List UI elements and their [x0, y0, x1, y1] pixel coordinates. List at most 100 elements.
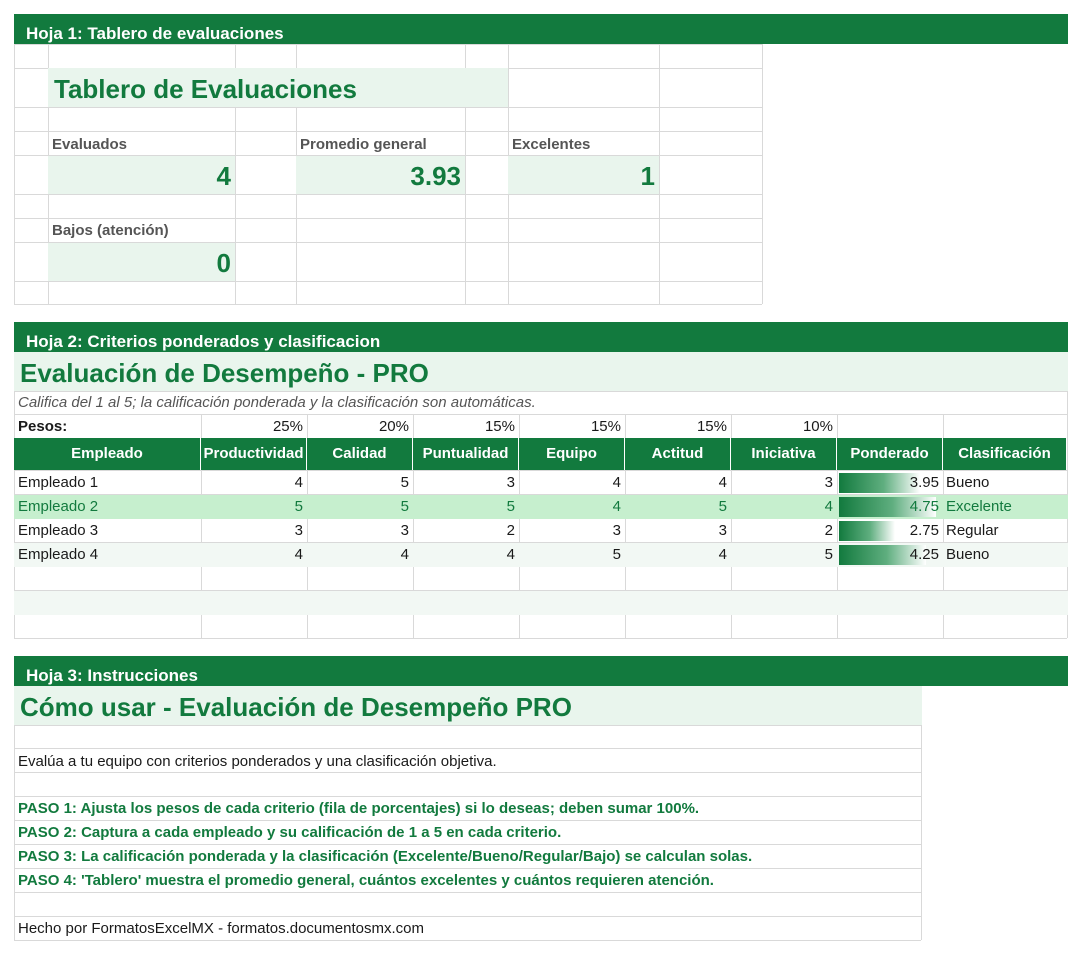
sheet2-band[interactable]: Hoja 2: Criterios ponderados y clasifica…	[14, 322, 1068, 352]
gridline	[762, 44, 763, 304]
weighted-cell[interactable]: 3.95	[837, 471, 943, 495]
weighted-value: 3.95	[909, 474, 939, 491]
data-bar	[839, 521, 895, 541]
gridline	[14, 218, 762, 219]
sheet3-title: Cómo usar - Evaluación de Desempeño PRO	[14, 686, 922, 725]
kpi-value-promedio[interactable]: 3.93	[296, 156, 465, 194]
column-header[interactable]: Actitud	[625, 438, 731, 470]
score-cell[interactable]: 4	[307, 543, 413, 567]
gridline	[14, 44, 15, 304]
score-cell[interactable]: 4	[519, 471, 625, 495]
score-cell[interactable]: 4	[731, 495, 837, 519]
column-header[interactable]: Iniciativa	[731, 438, 837, 470]
score-cell[interactable]: 3	[201, 519, 307, 543]
instruction-step-2: PASO 2: Captura a cada empleado y su cal…	[18, 824, 562, 841]
classification-cell[interactable]: Bueno	[946, 471, 1067, 495]
score-cell[interactable]: 3	[625, 519, 731, 543]
table-row	[14, 591, 1068, 615]
instructions-footer: Hecho por FormatosExcelMX - formatos.doc…	[18, 920, 424, 937]
kpi-label-excelentes: Excelentes	[512, 136, 591, 153]
weights-label: Pesos:	[18, 418, 68, 435]
instruction-step-1: PASO 1: Ajusta los pesos de cada criteri…	[18, 800, 700, 817]
score-cell[interactable]: 3	[413, 471, 519, 495]
weight-cell[interactable]: 10%	[731, 415, 837, 439]
column-header[interactable]: Empleado	[14, 438, 201, 470]
classification-cell[interactable]: Regular	[946, 519, 1067, 543]
sheet1-title: Tablero de Evaluaciones	[48, 68, 508, 107]
gridline	[14, 892, 921, 893]
kpi-label-bajos: Bajos (atención)	[52, 222, 169, 239]
gridline	[14, 796, 921, 797]
gridline	[14, 748, 921, 749]
gridline	[14, 44, 762, 45]
column-header[interactable]: Clasificación	[943, 438, 1067, 470]
data-bar	[839, 473, 920, 493]
employee-name-cell[interactable]: Empleado 1	[18, 471, 198, 495]
score-cell[interactable]: 5	[201, 495, 307, 519]
gridline	[14, 194, 762, 195]
score-cell[interactable]: 2	[413, 519, 519, 543]
column-header[interactable]: Equipo	[519, 438, 625, 470]
sheet1-band[interactable]: Hoja 1: Tablero de evaluaciones	[14, 14, 1068, 44]
score-cell[interactable]: 5	[519, 543, 625, 567]
weight-cell[interactable]: 20%	[307, 415, 413, 439]
score-cell[interactable]: 4	[625, 471, 731, 495]
sheet2-subtitle: Califica del 1 al 5; la calificación pon…	[18, 394, 536, 411]
weighted-cell[interactable]: 2.75	[837, 519, 943, 543]
kpi-value-excelentes[interactable]: 1	[508, 156, 659, 194]
score-cell[interactable]: 5	[307, 471, 413, 495]
score-cell[interactable]: 4	[413, 543, 519, 567]
gridline	[14, 725, 921, 726]
weighted-cell[interactable]: 4.75	[837, 495, 943, 519]
gridline	[14, 391, 1067, 392]
gridline	[14, 772, 921, 773]
weight-cell[interactable]: 15%	[625, 415, 731, 439]
score-cell[interactable]: 3	[307, 519, 413, 543]
sheet2-title: Evaluación de Desempeño - PRO	[14, 352, 1068, 391]
score-cell[interactable]: 5	[413, 495, 519, 519]
score-cell[interactable]: 3	[519, 519, 625, 543]
instruction-step-4: PASO 4: 'Tablero' muestra el promedio ge…	[18, 872, 714, 889]
weight-cell[interactable]: 25%	[201, 415, 307, 439]
score-cell[interactable]: 3	[731, 471, 837, 495]
weighted-cell[interactable]: 4.25	[837, 543, 943, 567]
gridline	[659, 44, 660, 304]
score-cell[interactable]: 4	[201, 471, 307, 495]
weight-cell[interactable]: 15%	[519, 415, 625, 439]
score-cell[interactable]: 5	[625, 495, 731, 519]
table-row	[14, 615, 1068, 639]
score-cell[interactable]: 5	[731, 543, 837, 567]
instruction-step-3: PASO 3: La calificación ponderada y la c…	[18, 848, 753, 865]
score-cell[interactable]: 2	[731, 519, 837, 543]
classification-cell[interactable]: Bueno	[946, 543, 1067, 567]
score-cell[interactable]: 5	[307, 495, 413, 519]
score-cell[interactable]: 4	[519, 495, 625, 519]
kpi-label-evaluados: Evaluados	[52, 136, 128, 153]
weighted-value: 4.75	[909, 498, 939, 515]
kpi-value-evaluados[interactable]: 4	[48, 156, 235, 194]
gridline	[14, 916, 921, 917]
gridline	[14, 868, 921, 869]
column-header[interactable]: Productividad	[201, 438, 307, 470]
gridline	[14, 820, 921, 821]
gridline	[14, 281, 762, 282]
gridline	[14, 940, 921, 941]
gridline	[14, 131, 762, 132]
weighted-value: 2.75	[909, 522, 939, 539]
employee-name-cell[interactable]: Empleado 2	[18, 495, 198, 519]
sheet3-band[interactable]: Hoja 3: Instrucciones	[14, 656, 1068, 686]
employee-name-cell[interactable]: Empleado 3	[18, 519, 198, 543]
kpi-value-bajos[interactable]: 0	[48, 243, 235, 281]
classification-cell[interactable]: Excelente	[946, 495, 1067, 519]
employee-name-cell[interactable]: Empleado 4	[18, 543, 198, 567]
gridline	[14, 844, 921, 845]
column-header[interactable]: Calidad	[307, 438, 413, 470]
weighted-value: 4.25	[909, 546, 939, 563]
column-header[interactable]: Puntualidad	[413, 438, 519, 470]
gridline	[14, 304, 762, 305]
weight-cell[interactable]: 15%	[413, 415, 519, 439]
score-cell[interactable]: 4	[201, 543, 307, 567]
score-cell[interactable]: 4	[625, 543, 731, 567]
column-header[interactable]: Ponderado	[837, 438, 943, 470]
instructions-intro: Evalúa a tu equipo con criterios pondera…	[18, 753, 497, 770]
